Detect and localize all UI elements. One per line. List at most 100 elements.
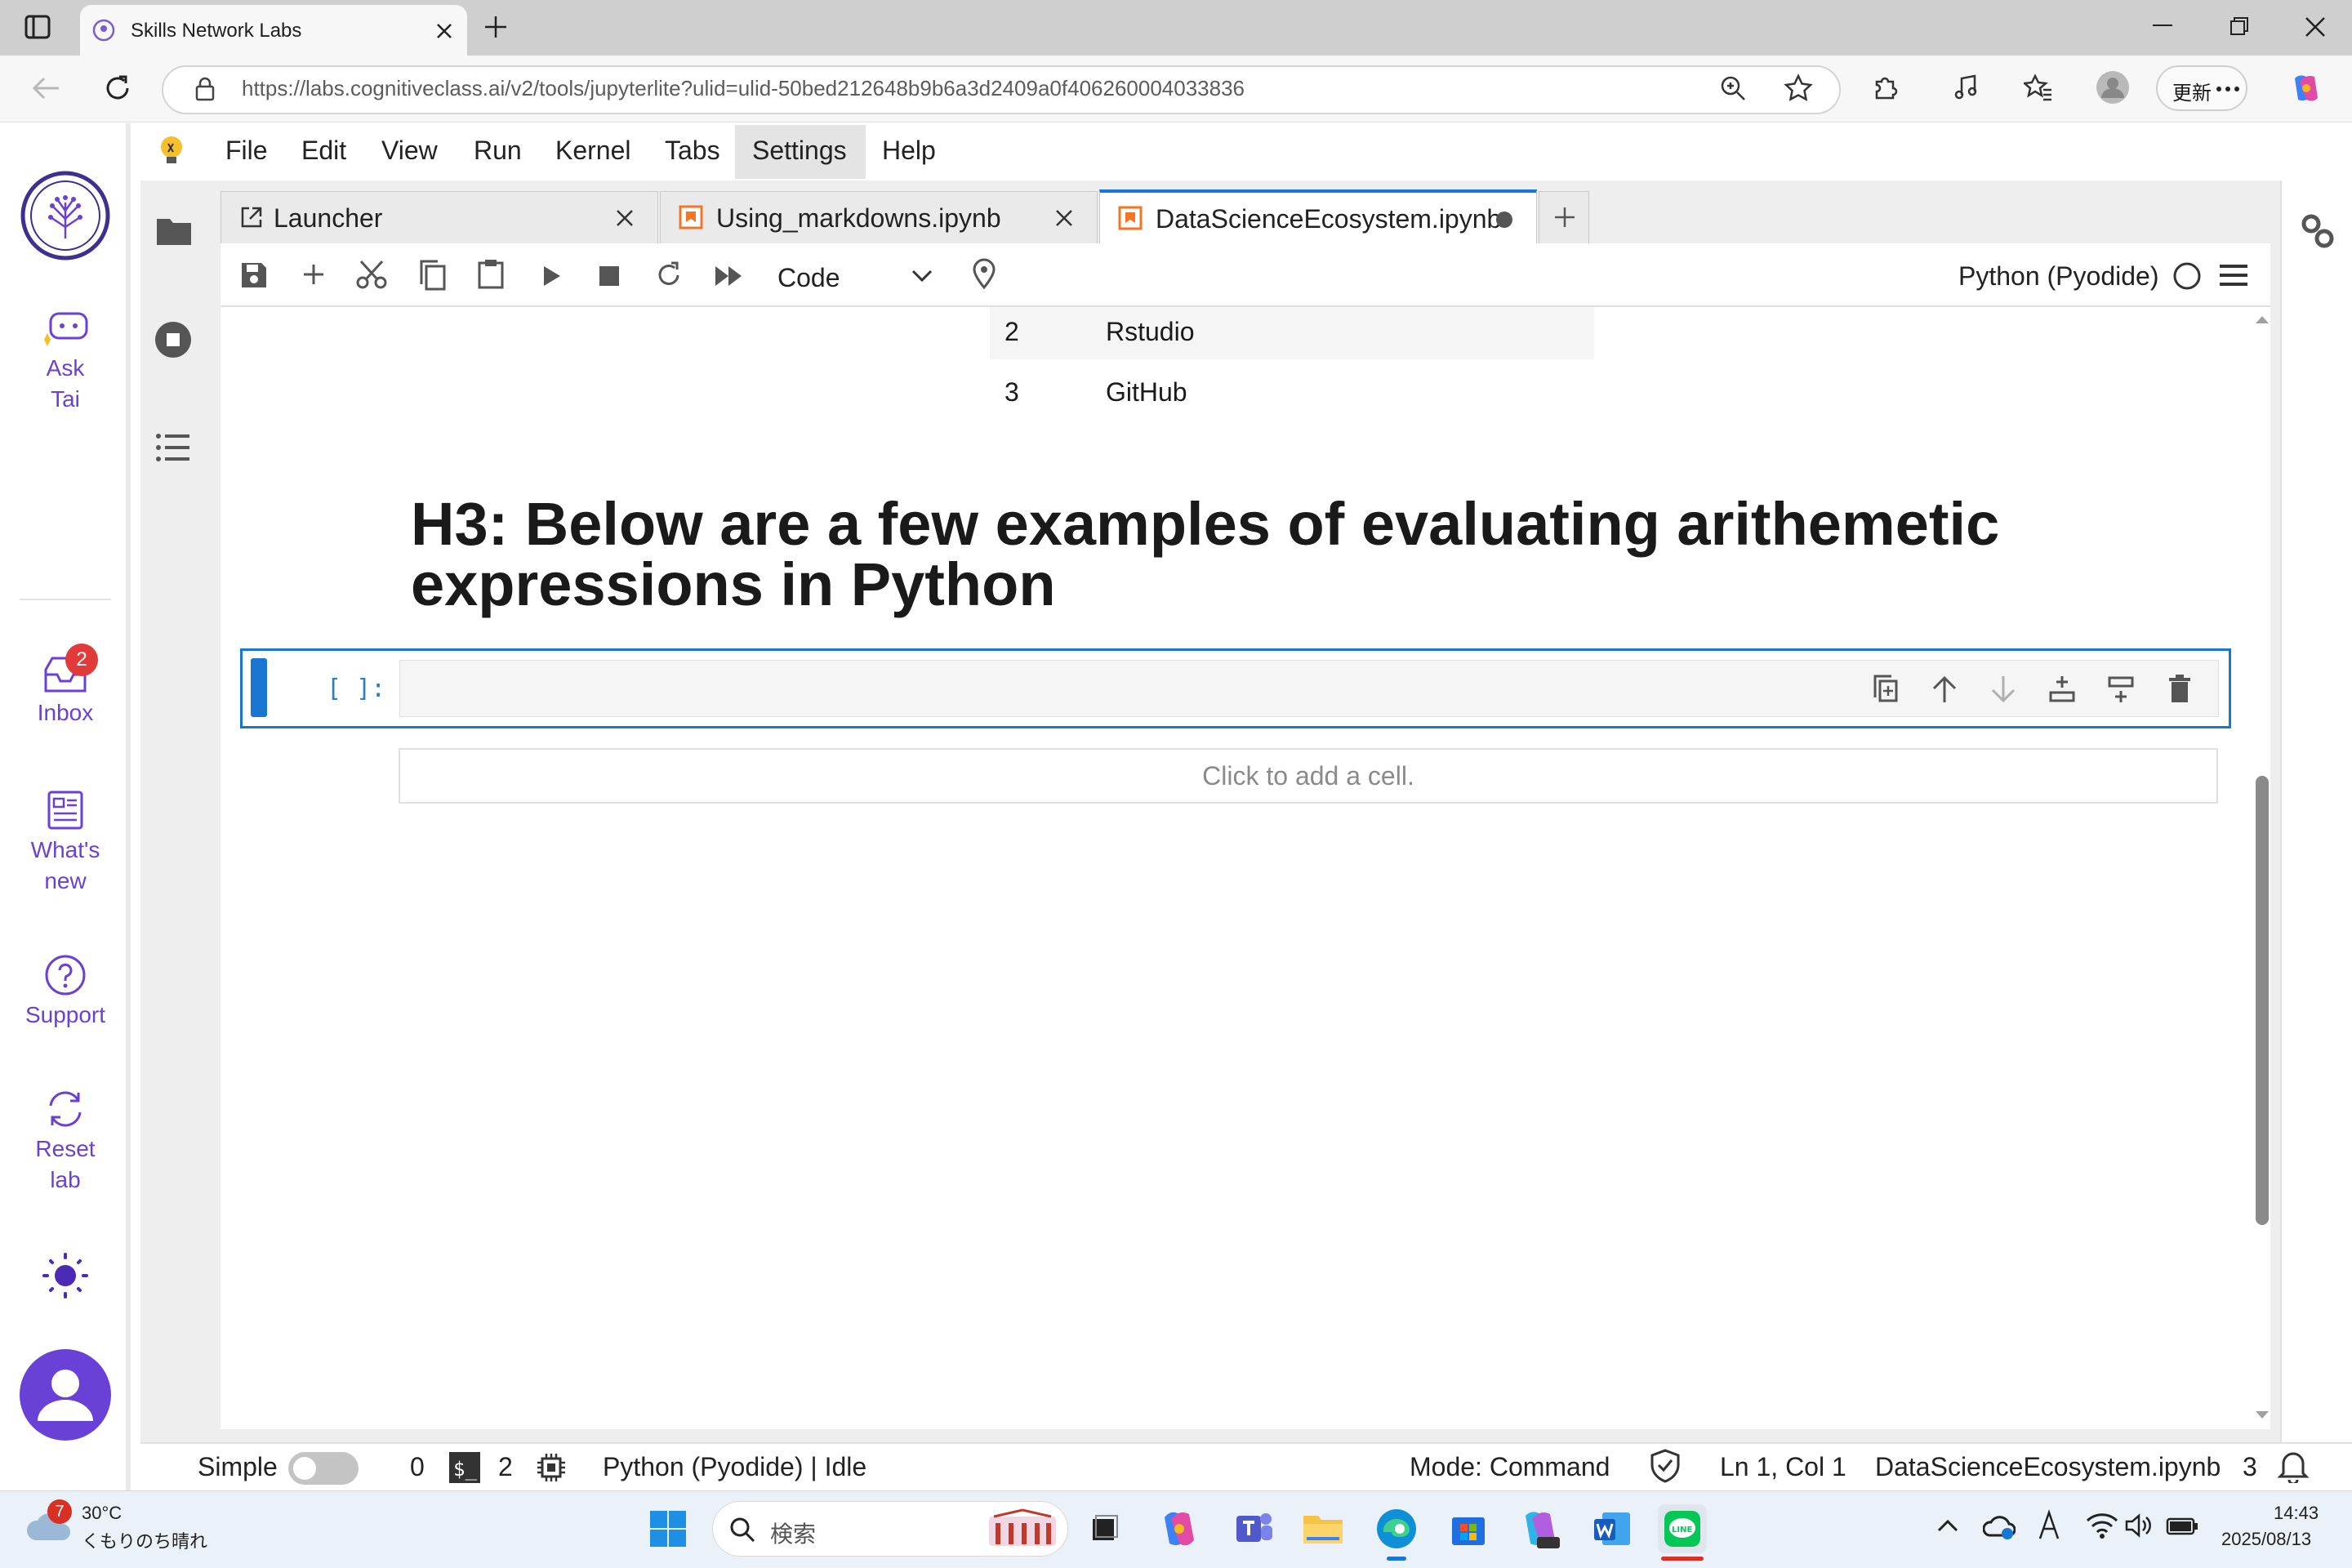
edge-icon[interactable] bbox=[1372, 1504, 1421, 1553]
scroll-thumb[interactable] bbox=[2256, 776, 2269, 1225]
clock-date[interactable]: 2025/08/13 bbox=[2221, 1529, 2311, 1550]
menu-help[interactable]: Help bbox=[882, 136, 936, 166]
browser-tab[interactable]: Skills Network Labs bbox=[80, 5, 467, 56]
zoom-icon[interactable] bbox=[1720, 75, 1746, 101]
folder-icon[interactable] bbox=[155, 216, 193, 247]
onedrive-icon[interactable] bbox=[1983, 1512, 2016, 1540]
word-icon[interactable] bbox=[1588, 1504, 1637, 1553]
battery-icon[interactable] bbox=[2166, 1514, 2198, 1537]
unsaved-dot-icon[interactable] bbox=[1495, 211, 1513, 229]
cut-icon[interactable] bbox=[356, 260, 387, 289]
move-down-icon[interactable] bbox=[1989, 675, 2017, 704]
line-icon[interactable]: LINE bbox=[1658, 1504, 1707, 1553]
extensions-icon[interactable] bbox=[1872, 74, 1900, 101]
taskbar-search[interactable]: 検索 bbox=[712, 1501, 1068, 1557]
running-kernels-icon[interactable] bbox=[154, 320, 193, 359]
kernel-name[interactable]: Python (Pyodide) bbox=[1958, 261, 2158, 292]
update-button[interactable]: 更新 bbox=[2156, 65, 2247, 111]
notification-count[interactable]: 3 bbox=[2243, 1452, 2257, 1482]
menu-tabs[interactable]: Tabs bbox=[665, 136, 720, 166]
cursor-position[interactable]: Ln 1, Col 1 bbox=[1720, 1452, 1846, 1482]
wifi-icon[interactable] bbox=[2086, 1512, 2118, 1539]
bell-icon[interactable] bbox=[2277, 1449, 2310, 1483]
show-hidden-icons[interactable] bbox=[1937, 1519, 1958, 1532]
run-cell-icon[interactable] bbox=[542, 265, 562, 287]
minimize-icon[interactable] bbox=[2153, 24, 2172, 28]
stop-kernel-icon[interactable] bbox=[599, 266, 619, 286]
weather-temp[interactable]: 30°C bbox=[82, 1503, 122, 1524]
duplicate-cell-icon[interactable] bbox=[1872, 675, 1900, 704]
menu-file[interactable]: File bbox=[225, 136, 268, 166]
start-icon[interactable] bbox=[648, 1509, 688, 1548]
kernel-count[interactable]: 2 bbox=[498, 1452, 513, 1482]
ime-icon[interactable] bbox=[2037, 1509, 2061, 1542]
tab-datascience-ecosystem[interactable]: DataScienceEcosystem.ipynb bbox=[1099, 189, 1537, 245]
insert-below-icon[interactable] bbox=[2107, 675, 2135, 704]
scroll-up-icon[interactable] bbox=[2254, 314, 2270, 325]
add-cell-button[interactable]: Click to add a cell. bbox=[399, 748, 2218, 804]
copilot-icon[interactable] bbox=[2288, 70, 2324, 106]
store-icon[interactable] bbox=[1444, 1504, 1493, 1553]
whats-new-button[interactable]: What's new bbox=[0, 787, 131, 897]
kernel-status-text[interactable]: Python (Pyodide) | Idle bbox=[603, 1452, 866, 1482]
tab-using-markdowns[interactable]: Using_markdowns.ipynb bbox=[660, 191, 1098, 243]
table-of-contents-icon[interactable] bbox=[155, 433, 191, 462]
support-button[interactable]: Support bbox=[0, 952, 131, 1031]
refresh-icon[interactable] bbox=[103, 74, 132, 103]
menu-settings[interactable]: Settings bbox=[752, 136, 847, 166]
cell-collapser[interactable] bbox=[251, 658, 267, 717]
user-avatar[interactable] bbox=[20, 1349, 111, 1441]
menu-view[interactable]: View bbox=[381, 136, 438, 166]
ask-tai-button[interactable]: Ask Tai bbox=[0, 309, 131, 415]
profile-avatar[interactable] bbox=[2096, 70, 2130, 105]
terminal-icon[interactable]: $_ bbox=[449, 1452, 480, 1483]
menu-run[interactable]: Run bbox=[474, 136, 522, 166]
task-view-icon[interactable] bbox=[1080, 1504, 1129, 1553]
simple-mode-toggle[interactable] bbox=[288, 1452, 359, 1485]
collections-icon[interactable] bbox=[2024, 74, 2053, 101]
kernel-chip-icon[interactable] bbox=[536, 1452, 567, 1483]
sidebar-toggle-icon[interactable] bbox=[24, 15, 51, 39]
run-all-icon[interactable] bbox=[714, 265, 743, 287]
restore-icon[interactable] bbox=[2230, 16, 2249, 36]
close-tab-icon[interactable] bbox=[1054, 208, 1074, 228]
cell-type-select[interactable]: Code bbox=[768, 255, 939, 297]
paste-icon[interactable] bbox=[477, 258, 505, 289]
insert-cell-icon[interactable] bbox=[301, 261, 327, 287]
add-tab-button[interactable] bbox=[1539, 191, 1589, 243]
close-window-icon[interactable] bbox=[2305, 16, 2326, 38]
terminal-count[interactable]: 0 bbox=[410, 1452, 425, 1482]
scroll-down-icon[interactable] bbox=[2254, 1410, 2270, 1421]
property-inspector-icon[interactable] bbox=[2300, 211, 2336, 250]
skills-network-logo[interactable] bbox=[20, 170, 111, 261]
close-tab-icon[interactable] bbox=[615, 208, 635, 228]
delete-cell-icon[interactable] bbox=[2167, 675, 2192, 704]
clock-time[interactable]: 14:43 bbox=[2274, 1503, 2319, 1524]
copilot-app-icon[interactable] bbox=[1155, 1504, 1204, 1553]
back-icon[interactable] bbox=[31, 75, 60, 101]
url-text[interactable]: https://labs.cognitiveclass.ai/v2/tools/… bbox=[242, 76, 1245, 101]
new-tab-icon[interactable] bbox=[482, 13, 510, 41]
media-icon[interactable] bbox=[1953, 74, 1981, 101]
tab-launcher[interactable]: Launcher bbox=[220, 191, 658, 243]
restart-kernel-icon[interactable] bbox=[655, 261, 683, 289]
location-pin-icon[interactable] bbox=[972, 258, 996, 289]
m365-icon[interactable] bbox=[1516, 1504, 1565, 1553]
hamburger-menu-icon[interactable] bbox=[2220, 263, 2247, 287]
volume-icon[interactable] bbox=[2125, 1512, 2153, 1539]
teams-icon[interactable] bbox=[1228, 1504, 1277, 1553]
theme-toggle-icon[interactable] bbox=[41, 1251, 90, 1300]
shield-check-icon[interactable] bbox=[1650, 1449, 1681, 1483]
copy-icon[interactable] bbox=[418, 260, 446, 291]
favorite-star-icon[interactable] bbox=[1784, 74, 1813, 101]
insert-above-icon[interactable] bbox=[2048, 675, 2076, 704]
move-up-icon[interactable] bbox=[1931, 675, 1958, 704]
close-tab-icon[interactable] bbox=[434, 21, 454, 41]
reset-lab-button[interactable]: Reset lab bbox=[0, 1086, 131, 1196]
save-icon[interactable] bbox=[240, 261, 268, 289]
site-info-icon[interactable] bbox=[194, 77, 216, 101]
file-explorer-icon[interactable] bbox=[1298, 1504, 1348, 1553]
weather-desc[interactable]: くもりのち晴れ bbox=[82, 1527, 207, 1553]
menu-edit[interactable]: Edit bbox=[301, 136, 346, 166]
menu-kernel[interactable]: Kernel bbox=[555, 136, 631, 166]
